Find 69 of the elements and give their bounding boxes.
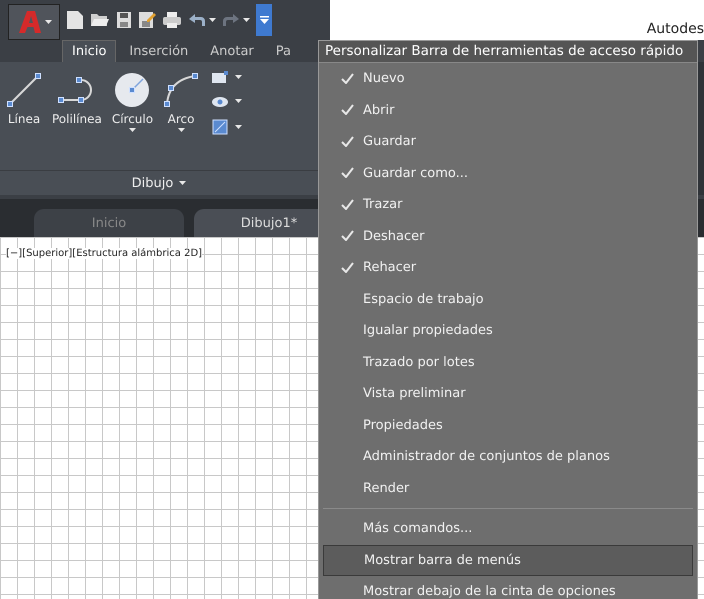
caret-icon	[178, 128, 185, 132]
ribbon-tab[interactable]: Anotar	[201, 40, 263, 62]
menu-item-label: Más comandos...	[363, 521, 472, 536]
caret-icon	[235, 125, 242, 129]
menu-item-label: Vista preliminar	[363, 386, 466, 402]
menu-item[interactable]: Abrir	[323, 94, 693, 126]
menu-item-label: Igualar propiedades	[363, 323, 493, 338]
dropdown-icon	[179, 181, 186, 185]
menu-item[interactable]: Mostrar debajo de la cinta de opciones	[323, 576, 693, 599]
application-button[interactable]	[8, 4, 60, 40]
menu-item[interactable]: Vista preliminar	[323, 378, 693, 410]
menu-item-label: Guardar	[363, 134, 416, 150]
menu-item[interactable]: Rehacer	[323, 252, 693, 284]
menu-item-label: Guardar como...	[363, 166, 468, 181]
ribbon-tab[interactable]: Inicio	[62, 40, 116, 62]
menu-item-label: Nuevo	[363, 71, 405, 86]
folder-icon[interactable]	[90, 12, 110, 28]
ribbon-tool-button[interactable]: Línea	[4, 70, 44, 126]
rectangle-icon[interactable]	[211, 70, 230, 84]
ribbon-tool-button[interactable]: Arco	[161, 70, 202, 132]
app-logo-icon	[16, 9, 42, 35]
document-tab[interactable]: Inicio	[34, 209, 184, 237]
menu-item[interactable]: Render	[323, 472, 693, 504]
menu-item-label: Trazar	[363, 197, 402, 212]
save-as-icon[interactable]	[138, 11, 156, 29]
menu-item-label: Render	[363, 480, 410, 496]
line-icon	[6, 72, 42, 108]
region-icon[interactable]	[211, 118, 230, 136]
menu-item[interactable]: Espacio de trabajo	[323, 284, 693, 315]
caret-icon	[235, 75, 242, 79]
menu-item-label: Mostrar barra de menús	[364, 552, 521, 568]
undo-icon[interactable]	[188, 13, 206, 27]
menu-item[interactable]: Administrador de conjuntos de planos	[323, 441, 693, 472]
menu-title: Personalizar Barra de herramientas de acceso rápido	[319, 41, 697, 63]
ribbon-tab[interactable]: Pa	[266, 40, 300, 62]
save-icon[interactable]	[116, 11, 132, 29]
ribbon-tab[interactable]: Inserción	[120, 40, 198, 62]
menu-item-label: Espacio de trabajo	[363, 292, 484, 307]
menu-item-label: Deshacer	[363, 228, 424, 244]
menu-item-label: Abrir	[363, 102, 394, 118]
menu-item[interactable]: Trazado por lotes	[323, 346, 693, 378]
menu-item[interactable]: Nuevo	[323, 63, 693, 94]
menu-item-label: Propiedades	[363, 418, 443, 433]
dropdown-icon	[260, 16, 268, 24]
ribbon-tool-button[interactable]: Polilínea	[50, 70, 104, 126]
menu-item-label: Rehacer	[363, 260, 416, 276]
menu-item[interactable]: Mostrar barra de menús	[323, 544, 693, 576]
window-title: Autodes	[646, 21, 704, 37]
menu-item[interactable]: Más comandos...	[323, 513, 693, 544]
caret-icon	[243, 18, 250, 22]
caret-icon	[44, 20, 52, 24]
menu-item[interactable]: Guardar	[323, 126, 693, 158]
printer-icon[interactable]	[162, 11, 182, 29]
caret-icon	[209, 18, 216, 22]
circle-icon	[113, 71, 152, 109]
menu-item-label: Mostrar debajo de la cinta de opciones	[363, 584, 616, 599]
menu-item-label: Trazado por lotes	[363, 354, 475, 370]
menu-item-label: Administrador de conjuntos de planos	[363, 449, 610, 464]
caret-icon	[235, 99, 242, 103]
panel-title-button[interactable]: Dibujo	[126, 174, 192, 192]
new-file-icon[interactable]	[66, 10, 84, 30]
arc-icon	[163, 72, 200, 108]
caret-icon	[128, 128, 136, 132]
menu-item[interactable]: Igualar propiedades	[323, 315, 693, 346]
menu-item[interactable]: Propiedades	[323, 410, 693, 441]
viewport-label[interactable]: [−][Superior][Estructura alámbrica 2D]	[6, 248, 202, 259]
customize-toolbar-button[interactable]	[256, 4, 272, 36]
menu-item[interactable]: Guardar como...	[323, 158, 693, 189]
ribbon-tool-button[interactable]: Círculo	[110, 70, 156, 132]
